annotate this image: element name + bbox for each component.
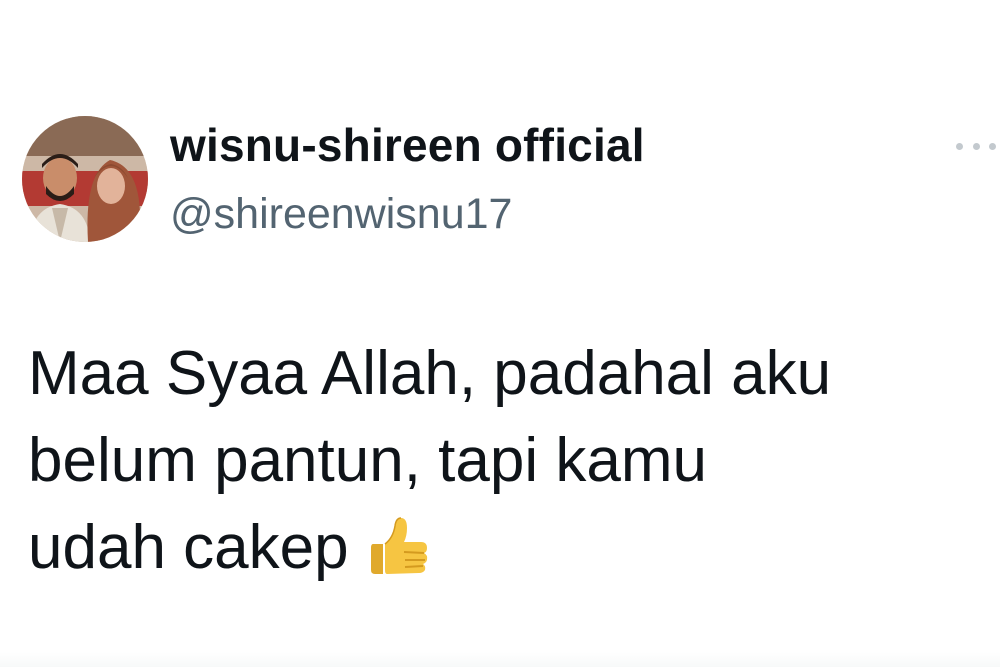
more-dot <box>972 142 980 150</box>
ellipsis-icon[interactable] <box>956 136 996 156</box>
tweet-text-line-last: udah cakep <box>28 504 988 599</box>
tweet-text-line: Maa Syaa Allah, padahal aku <box>28 339 832 408</box>
more-dot <box>956 142 963 150</box>
more-dot <box>989 142 996 150</box>
author-avatar[interactable] <box>22 116 148 242</box>
author-display-name[interactable]: wisnu-shireen official <box>170 118 645 172</box>
thumbs-up-icon <box>367 512 431 599</box>
tweet-card: wisnu-shireen official @shireenwisnu17 M… <box>0 0 1000 667</box>
tweet-text-line: udah cakep <box>28 513 349 582</box>
tweet-text: Maa Syaa Allah, padahal aku belum pantun… <box>28 330 988 599</box>
bottom-divider <box>0 652 1000 667</box>
avatar-photo-icon <box>22 116 148 242</box>
author-handle[interactable]: @shireenwisnu17 <box>170 190 512 239</box>
tweet-text-line: belum pantun, tapi kamu <box>28 426 707 495</box>
